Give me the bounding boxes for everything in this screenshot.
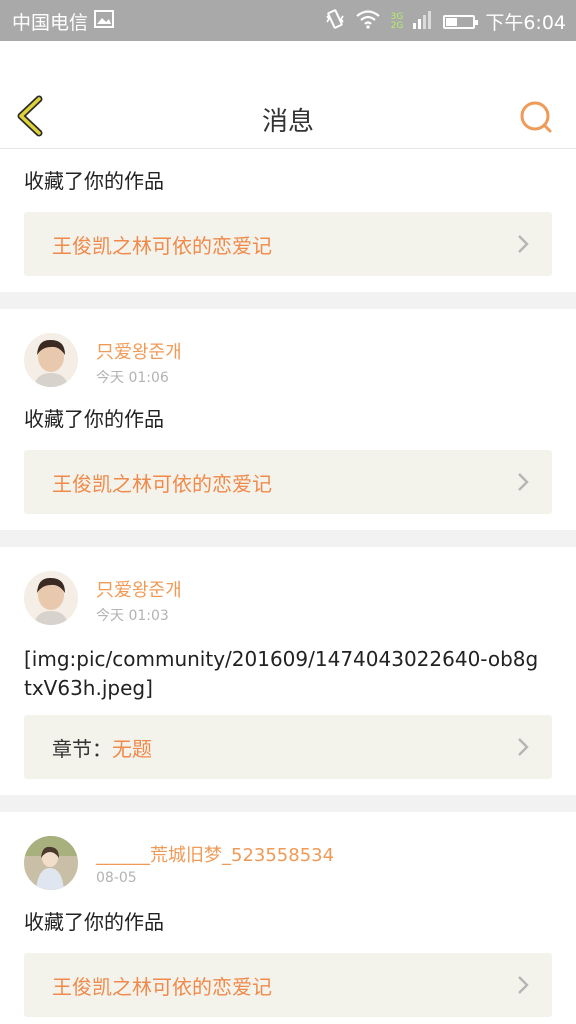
- notification-message: 收藏了你的作品: [24, 910, 164, 934]
- wifi-icon: [355, 9, 381, 34]
- chevron-right-icon: [518, 473, 529, 491]
- status-bar: 中国电信 3G 2G 下午6:04: [0, 0, 576, 41]
- search-button[interactable]: [516, 97, 556, 137]
- battery-level: [446, 17, 457, 26]
- divider: [0, 530, 576, 547]
- avatar-image: [24, 836, 78, 890]
- notification-message: 收藏了你的作品: [24, 169, 164, 193]
- status-right: 3G 2G 下午6:04: [325, 8, 566, 35]
- status-time: 下午6:04: [485, 12, 566, 34]
- notification-message: [img:pic/community/201609/1474043022640-…: [24, 647, 539, 700]
- notification-item: 收藏了你的作品 王俊凯之林可依的恋爱记: [0, 149, 576, 292]
- page-title: 消息: [261, 107, 314, 137]
- user-avatar[interactable]: [24, 333, 78, 387]
- timestamp: 08-05: [96, 870, 137, 886]
- timestamp: 今天 01:03: [96, 608, 169, 624]
- network-type: 3G 2G: [390, 12, 404, 31]
- divider: [0, 795, 576, 812]
- work-title: 王俊凯之林可依的恋爱记: [52, 234, 272, 258]
- vibrate-icon: [325, 8, 345, 35]
- image-icon: [94, 10, 115, 33]
- avatar-image: [24, 333, 78, 387]
- username-link[interactable]: 只爱왕준개: [96, 338, 182, 364]
- chapter-label: 章节：: [52, 737, 112, 761]
- notification-item: 只爱왕준개 今天 01:03 [img:pic/community/201609…: [0, 547, 576, 795]
- work-title: 王俊凯之林可依的恋爱记: [52, 472, 272, 496]
- notification-item: 只爱왕준개 今天 01:06 收藏了你的作品 王俊凯之林可依的恋爱记: [0, 309, 576, 530]
- chapter-link[interactable]: 章节：无题: [24, 715, 552, 779]
- timestamp: 今天 01:06: [96, 370, 169, 386]
- status-left: 中国电信: [12, 8, 115, 35]
- work-link[interactable]: 王俊凯之林可依的恋爱记: [24, 450, 552, 514]
- username-link[interactable]: 只爱왕준개: [96, 576, 182, 602]
- search-icon: [520, 101, 552, 133]
- signal-icon: [413, 8, 433, 35]
- avatar-image: [24, 571, 78, 625]
- work-link[interactable]: 王俊凯之林可依的恋爱记: [24, 953, 552, 1017]
- divider: [0, 292, 576, 309]
- carrier-name: 中国电信: [12, 12, 89, 34]
- chapter-title: 无题: [112, 737, 152, 761]
- battery-icon: [443, 14, 479, 29]
- chevron-right-icon: [518, 738, 529, 756]
- chevron-right-icon: [518, 235, 529, 253]
- username-link[interactable]: ______荒城旧梦_523558534: [96, 841, 334, 867]
- user-avatar[interactable]: [24, 836, 78, 890]
- notification-item: ______荒城旧梦_523558534 08-05 收藏了你的作品 王俊凯之林…: [0, 812, 576, 1024]
- top-nav-bar: 消息: [0, 41, 576, 149]
- chevron-right-icon: [518, 976, 529, 994]
- network-type-bottom: 2G: [390, 20, 404, 31]
- work-title: 王俊凯之林可依的恋爱记: [52, 975, 272, 999]
- notification-message: 收藏了你的作品: [24, 407, 164, 431]
- chapter-ref: 章节：无题: [52, 733, 152, 762]
- work-link[interactable]: 王俊凯之林可依的恋爱记: [24, 212, 552, 276]
- user-avatar[interactable]: [24, 571, 78, 625]
